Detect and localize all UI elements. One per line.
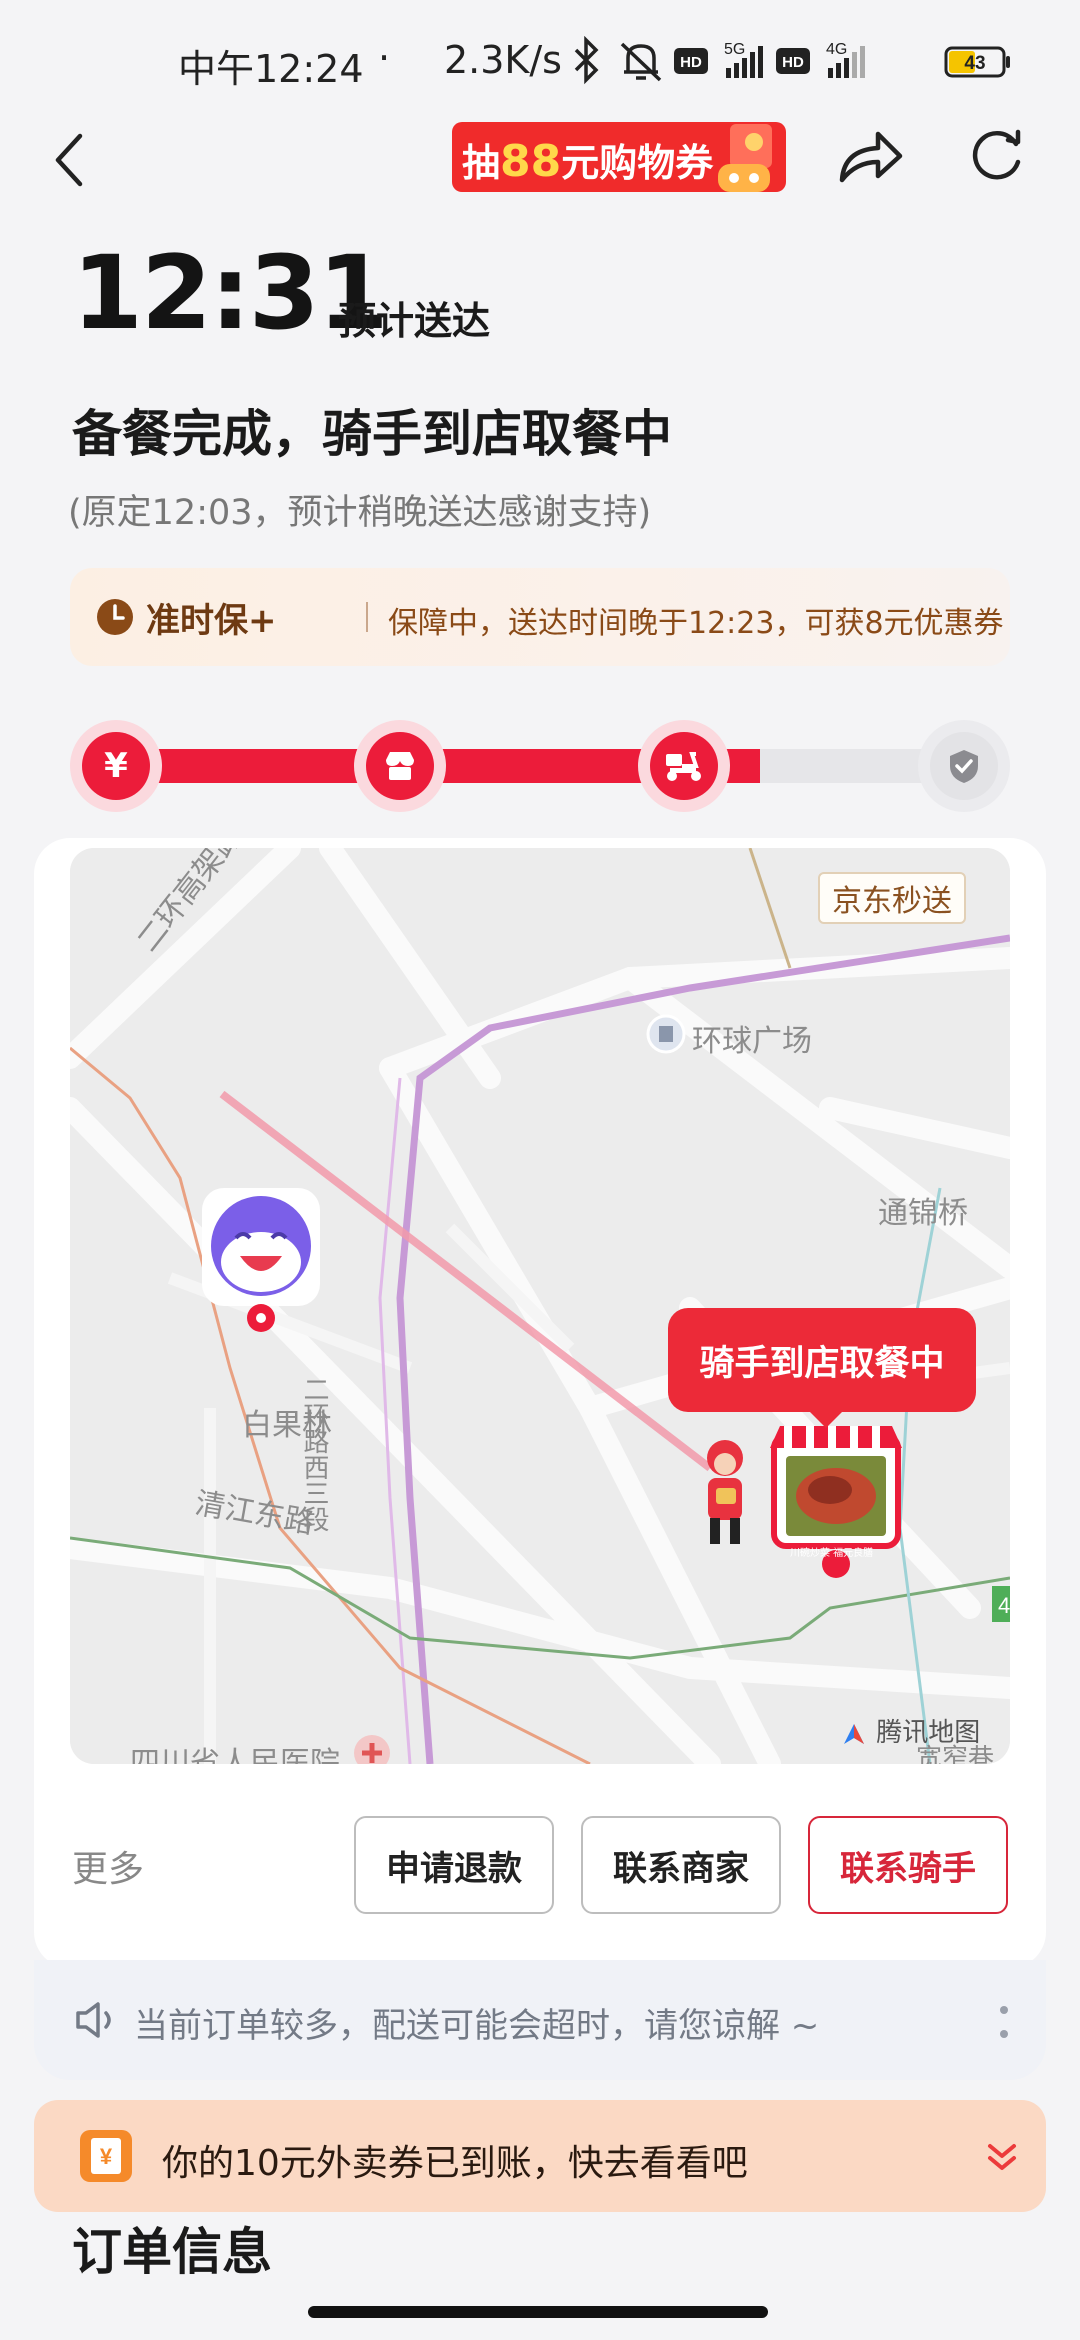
check-shield-icon: [950, 750, 978, 783]
step-delivery: [638, 720, 730, 812]
step-store: [354, 720, 446, 812]
on-time-guarantee-bar[interactable]: 准时保+ 保障中，送达时间晚于12:23，可获8元优惠券: [70, 568, 1010, 666]
svg-text:4G: 4G: [826, 41, 847, 58]
svg-text:43: 43: [964, 53, 985, 74]
delay-notice: 当前订单较多，配送可能会超时，请您谅解 ~: [34, 1960, 1046, 2080]
yuan-icon: ¥: [104, 746, 128, 786]
svg-text:¥: ¥: [100, 2144, 113, 2169]
status-bar: 中午12:24 · 2.3K/s HD 5G HD 4G 43: [0, 0, 1080, 120]
tencent-map-icon: [844, 1723, 864, 1744]
delivery-progress: ¥: [70, 720, 1010, 812]
bluetooth-icon: [574, 36, 599, 85]
map-label-tongjin-bridge: 通锦桥: [878, 1196, 968, 1231]
map-brand-tag: 京东秒送: [818, 872, 966, 924]
contact-merchant-button[interactable]: 联系商家: [581, 1816, 781, 1914]
order-status-subline: (原定12:03，预计稍晚送达感谢支持): [68, 493, 652, 533]
svg-text:HD: HD: [680, 54, 702, 71]
step-delivered: [918, 720, 1010, 812]
rider-status-bubble: 骑手到店取餐中: [668, 1308, 976, 1428]
eta-label: 预计送达: [338, 299, 491, 343]
status-time: 中午12:24: [178, 47, 364, 91]
back-button[interactable]: [40, 120, 110, 200]
chevron-left-icon: [55, 133, 83, 187]
more-link[interactable]: 更多: [72, 1840, 144, 1892]
clock-icon: [97, 599, 133, 635]
order-info-title: 订单信息: [72, 2223, 272, 2281]
guarantee-text: 保障中，送达时间晚于12:23，可获8元优惠券: [388, 606, 1004, 641]
guarantee-title: 准时保+: [146, 601, 277, 641]
mute-bell-icon: [620, 42, 662, 82]
gift-game-icon: [718, 124, 772, 192]
status-separator: ·: [378, 36, 391, 80]
contact-rider-button[interactable]: 联系骑手: [808, 1816, 1008, 1914]
refresh-icon: [972, 129, 1021, 180]
svg-text:5G: 5G: [724, 41, 745, 58]
map-label-global-plaza: 环球广场: [692, 1024, 812, 1059]
lottery-coupon-banner[interactable]: 抽88元购物券: [452, 122, 786, 192]
scooter-icon: [666, 752, 701, 781]
coupon-text: 你的10元外卖券已到账，快去看看吧: [162, 2143, 748, 2184]
map-label-hospital: 四川省人民医院: [130, 1746, 340, 1764]
step-paid: ¥: [70, 720, 162, 812]
delivery-map[interactable]: 4 二环高架路 环球广场 通锦桥 白果林 二环路西三段 清江东路 四川省人民医院…: [70, 848, 1010, 1764]
double-chevron-down-icon[interactable]: [984, 2140, 1020, 2174]
status-icons: HD 5G HD 4G 43: [574, 36, 1010, 85]
more-vertical-icon[interactable]: [998, 2002, 1010, 2042]
coupon-arrived-bar[interactable]: ¥ 你的10元外卖券已到账，快去看看吧: [34, 2100, 1046, 2212]
order-status-headline: 备餐完成，骑手到店取餐中: [72, 405, 672, 463]
map-roads: 4: [70, 848, 1010, 1764]
coupon-icon: ¥: [80, 2130, 132, 2182]
apply-refund-button[interactable]: 申请退款: [354, 1816, 554, 1914]
network-speed: 2.3K/s: [444, 38, 562, 82]
svg-text:4: 4: [998, 1593, 1010, 1618]
refresh-button[interactable]: [956, 118, 1036, 198]
promo-text: 抽88元购物券: [462, 136, 714, 187]
map-provider-logo: 腾讯地图: [840, 1712, 980, 1749]
svg-text:HD: HD: [782, 54, 804, 71]
notice-text: 当前订单较多，配送可能会超时，请您谅解 ~: [134, 2006, 820, 2046]
speaker-icon: [76, 2002, 111, 2038]
share-button[interactable]: [830, 118, 910, 198]
battery-icon: 43: [944, 46, 1010, 78]
store-sign: 川碗炒菜 福元良膳: [790, 1548, 874, 1559]
divider: [366, 602, 368, 632]
home-indicator[interactable]: [308, 2306, 768, 2318]
store-icon: [386, 752, 414, 780]
share-arrow-icon: [839, 131, 903, 183]
